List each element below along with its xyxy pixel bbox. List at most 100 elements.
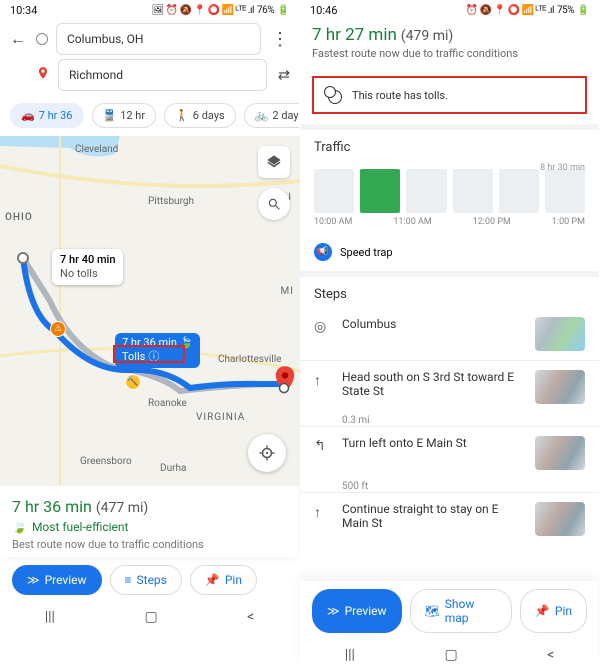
step-arrow-icon: ↑ (314, 502, 332, 521)
city-label: Pittsburgh (148, 196, 194, 207)
speed-trap-row[interactable]: 📢 Speed trap (300, 235, 599, 271)
status-battery: 76% (257, 5, 274, 16)
preview-button[interactable]: ≫Preview (12, 565, 102, 595)
axis-label: 12:00 PM (473, 217, 511, 227)
pin-button[interactable]: 📌Pin (190, 565, 257, 595)
battery-icon: 🔋 (277, 5, 289, 16)
step-item[interactable]: ↰ Turn left onto E Main St (300, 427, 599, 479)
steps-list: ◎ Columbus ↑ Head south on S 3rd St towa… (300, 308, 599, 545)
route-distance: (479 mi) (401, 28, 453, 44)
transit-icon: 🚆 (103, 109, 117, 122)
speedtrap-icon: 📢 (314, 243, 332, 261)
battery-icon: 🔋 (577, 5, 589, 16)
route-time: 7 hr 36 min (12, 497, 92, 516)
pin-button[interactable]: 📌Pin (520, 589, 587, 633)
bottom-sheet[interactable]: 7 hr 36 min(477 mi) 🍃Most fuel-efficient… (0, 486, 299, 557)
map-canvas[interactable]: Cleveland Pittsburgh OHIO PENN MI Charlo… (0, 136, 300, 486)
map-search-button[interactable] (258, 188, 290, 220)
destination-circle (278, 379, 290, 398)
route-time: 7 hr 27 min (312, 25, 397, 45)
traffic-label: Traffic (300, 130, 599, 161)
locate-button[interactable] (248, 434, 286, 472)
city-label: Roanoke (148, 398, 187, 409)
android-nav: ||| ▢ < (300, 639, 599, 667)
preview-icon: ≫ (27, 573, 40, 587)
right-phone-pane: 10:46 ⏰ 🔕 📍 ⭕ 📶 ᴸᵀᴱ .ıl 75% 🔋 7 hr 27 mi… (300, 0, 600, 667)
left-phone-pane: 10:34 🖼 ⏰ 🔕 📍 ⭕ 📶 ᴸᵀᴱ .ıl 76% 🔋 ← Columb… (0, 0, 300, 667)
origin-input[interactable]: Columbus, OH (56, 23, 261, 55)
status-battery: 75% (557, 5, 574, 16)
nav-home[interactable]: ▢ (444, 647, 457, 663)
nav-home[interactable]: ▢ (144, 609, 157, 625)
route-distance: (477 mi) (96, 500, 148, 516)
traffic-hint: 8 hr 30 min (540, 163, 585, 173)
layers-button[interactable] (258, 146, 290, 178)
destination-icon (36, 66, 50, 84)
streetview-thumb[interactable] (535, 317, 585, 351)
traffic-bar[interactable] (499, 169, 539, 213)
origin-icon (36, 33, 48, 45)
step-item[interactable]: ◎ Columbus (300, 308, 599, 360)
step-item[interactable]: ↑ Head south on S 3rd St toward E State … (300, 361, 599, 413)
mode-transit[interactable]: 🚆12 hr (92, 103, 157, 128)
traffic-bar[interactable] (453, 169, 493, 213)
route-subtitle: Best route now due to traffic conditions (12, 538, 287, 551)
swap-icon[interactable]: ⇅ (275, 69, 291, 81)
tolls-highlight (113, 345, 185, 363)
city-label: Durha (160, 463, 186, 474)
step-item[interactable]: ↑ Continue straight to stay on E Main St (300, 493, 599, 545)
steps-icon: ≡ (125, 573, 132, 587)
step-distance: 0.3 mi (342, 415, 599, 426)
back-icon[interactable]: ← (10, 29, 26, 49)
streetview-thumb[interactable] (535, 502, 585, 536)
mode-bike[interactable]: 🚲2 days (244, 103, 299, 128)
destination-input[interactable]: Richmond (58, 59, 267, 91)
warning-marker[interactable]: ⚠ (50, 321, 66, 337)
pin-icon: 📌 (535, 604, 550, 618)
construction-marker[interactable]: 🔨 (125, 374, 141, 390)
mode-walk[interactable]: 🚶6 days (164, 103, 236, 128)
mode-car[interactable]: 🚗7 hr 36 (10, 103, 84, 128)
nav-recent[interactable]: ||| (45, 609, 55, 625)
step-distance: 500 ft (342, 481, 599, 492)
axis-label: 11:00 AM (393, 217, 431, 227)
nav-recent[interactable]: ||| (345, 647, 355, 663)
status-icons: ⏰ 🔕 📍 ⭕ 📶 ᴸᵀᴱ .ıl (466, 5, 554, 16)
car-icon: 🚗 (21, 109, 35, 122)
more-icon[interactable]: ⋮ (271, 29, 289, 50)
preview-icon: ≫ (327, 604, 340, 618)
traffic-bar[interactable] (314, 169, 354, 213)
streetview-thumb[interactable] (535, 436, 585, 470)
city-label: Cleveland (75, 144, 118, 155)
toll-notice: This route has tolls. (312, 76, 587, 114)
city-label: Charlottesville (218, 354, 281, 365)
steps-button[interactable]: ≡Steps (110, 565, 182, 595)
traffic-bar-selected[interactable] (360, 169, 400, 213)
android-nav: ||| ▢ < (0, 601, 299, 629)
preview-button[interactable]: ≫Preview (312, 589, 402, 633)
show-map-button[interactable]: 🗺Show map (410, 589, 512, 633)
steps-label: Steps (300, 277, 599, 308)
status-bar: 10:46 ⏰ 🔕 📍 ⭕ 📶 ᴸᵀᴱ .ıl 75% 🔋 (300, 0, 599, 19)
route-header: 7 hr 27 min(479 mi) Fastest route now du… (300, 19, 599, 66)
axis-label: 1:00 PM (552, 217, 585, 227)
traffic-bar[interactable] (545, 169, 585, 213)
state-label: VIRGINIA (196, 412, 245, 423)
nav-back[interactable]: < (547, 647, 554, 663)
step-arrow-icon: ↑ (314, 370, 332, 389)
tolls-icon (324, 86, 342, 104)
nav-back[interactable]: < (247, 609, 254, 625)
status-time: 10:46 (310, 4, 337, 17)
traffic-bar[interactable] (406, 169, 446, 213)
status-icons: 🖼 ⏰ 🔕 📍 ⭕ 📶 ᴸᵀᴱ .ıl (152, 5, 254, 16)
map-icon: 🗺 (425, 604, 440, 618)
alt-route-label[interactable]: 7 hr 40 min No tolls (52, 249, 123, 285)
traffic-chart[interactable]: 8 hr 30 min 10:00 AM 11:00 AM 12:00 PM 1… (300, 161, 599, 235)
route-subtitle: Fastest route now due to traffic conditi… (312, 47, 587, 60)
bike-icon: 🚲 (255, 109, 269, 122)
map-svg (0, 136, 300, 486)
status-bar: 10:34 🖼 ⏰ 🔕 📍 ⭕ 📶 ᴸᵀᴱ .ıl 76% 🔋 (0, 0, 299, 19)
axis-label: 10:00 AM (314, 217, 352, 227)
streetview-thumb[interactable] (535, 370, 585, 404)
city-label: Greensboro (80, 456, 132, 467)
